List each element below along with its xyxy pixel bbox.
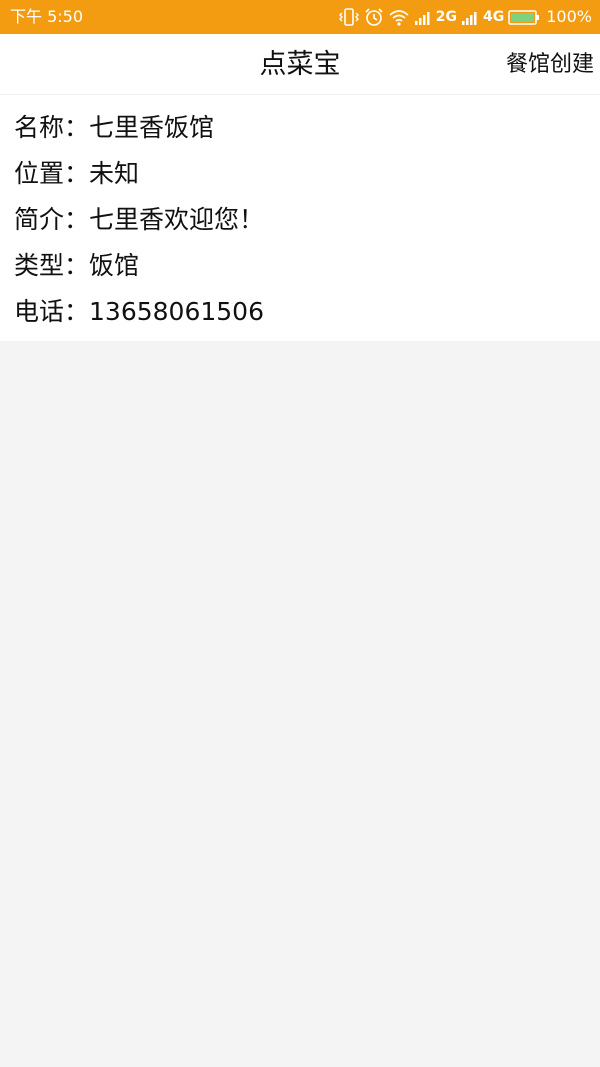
restaurant-info-panel: 名称：七里香饭馆 位置：未知 简介：七里香欢迎您！ 类型：饭馆 电话：13658… (0, 95, 600, 341)
intro-label: 简介： (14, 205, 90, 234)
wifi-icon (388, 7, 410, 27)
name-value: 七里香饭馆 (89, 113, 215, 142)
location-label: 位置： (14, 159, 90, 188)
create-restaurant-button[interactable]: 餐馆创建 (506, 34, 594, 96)
battery-icon (508, 7, 540, 27)
intro-value: 七里香欢迎您！ (89, 205, 265, 234)
signal-icon (414, 7, 432, 27)
type-label: 类型： (14, 251, 90, 280)
type-value: 饭馆 (89, 251, 140, 280)
status-icons: 2G 4G 100% (338, 6, 592, 28)
info-row-type: 类型：饭馆 (14, 243, 139, 289)
title-bar: 点菜宝 餐馆创建 (0, 34, 600, 95)
info-row-name: 名称：七里香饭馆 (14, 105, 214, 151)
phone-label: 电话： (14, 297, 90, 326)
info-row-phone: 电话：13658061506 (14, 289, 264, 335)
info-row-intro: 简介：七里香欢迎您！ (14, 197, 264, 243)
battery-percent: 100% (546, 7, 592, 26)
info-row-location: 位置：未知 (14, 151, 139, 197)
status-bar: 下午 5:50 2G 4G 100% (0, 0, 600, 34)
phone-value: 13658061506 (89, 297, 264, 326)
network-4g-label: 4G (483, 9, 505, 25)
location-value: 未知 (89, 159, 140, 188)
network-2g-label: 2G (435, 9, 458, 25)
name-label: 名称： (14, 113, 90, 142)
vibrate-icon (338, 7, 360, 27)
status-time: 下午 5:50 (10, 7, 84, 26)
signal-icon (461, 7, 479, 27)
alarm-icon (364, 7, 384, 27)
